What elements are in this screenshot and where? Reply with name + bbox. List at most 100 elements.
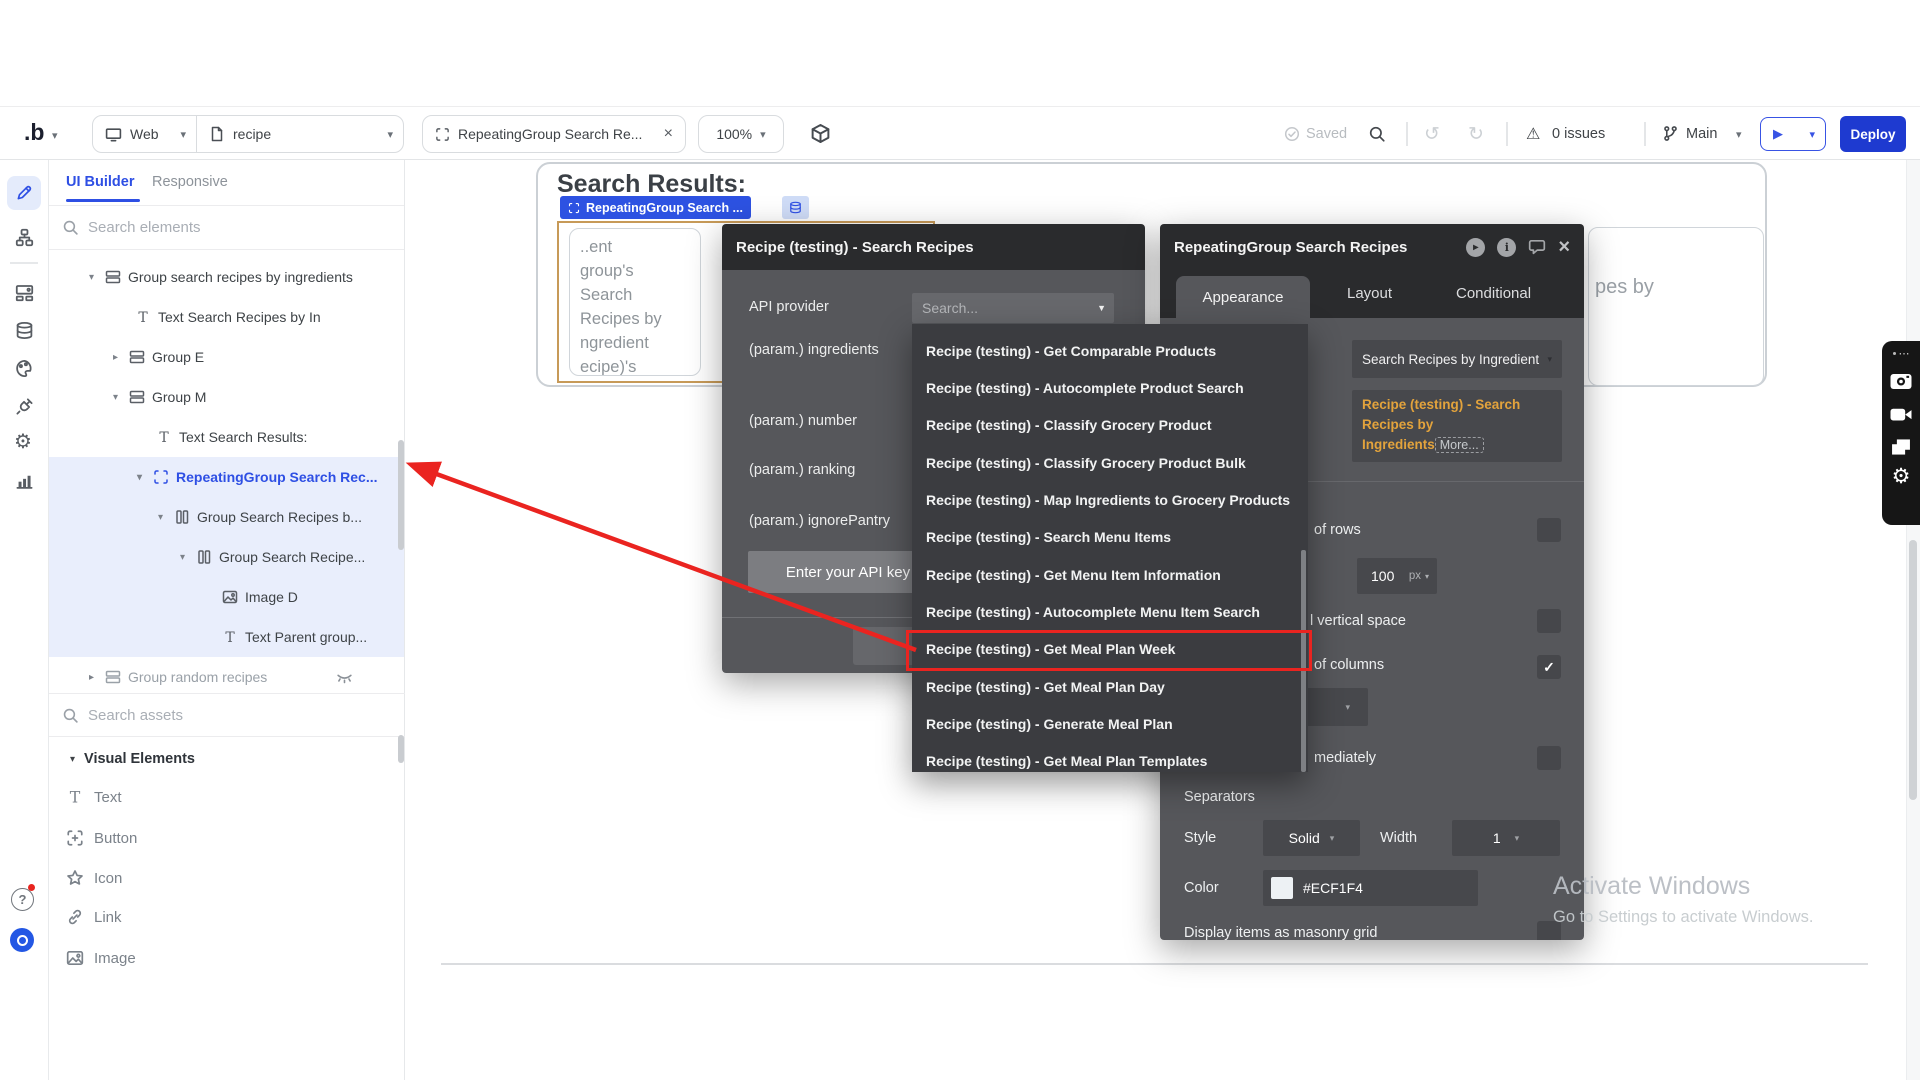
caret-down-icon[interactable]: ▾ [158,512,174,523]
camera-icon[interactable] [1889,368,1913,392]
tab-ui-builder[interactable]: UI Builder [66,174,134,190]
caret-down-icon[interactable]: ▾ [180,552,196,563]
palette-item-button[interactable]: Button [49,818,405,858]
component-library-icon[interactable] [810,123,831,144]
tree-row-group-search[interactable]: ▾ Group search recipes by ingredients [49,257,404,297]
tab-conditional[interactable]: Conditional [1456,270,1531,318]
more-token[interactable]: More... [1435,437,1484,453]
tree-row-image-d[interactable]: Image D [49,577,404,617]
separator-style-select[interactable]: Solid ▾ [1263,820,1360,856]
caret-down-icon[interactable]: ▾ [137,472,153,483]
redo-icon[interactable]: ↻ [1468,123,1484,146]
issues-counter[interactable]: 0 issues [1552,126,1605,142]
separator-width-select[interactable]: 1 ▾ [1452,820,1560,856]
menu-item[interactable]: Recipe (testing) - Map Ingredients to Gr… [912,481,1308,518]
caret-right-icon[interactable]: ▸ [89,672,105,683]
close-icon[interactable]: × [1558,238,1570,257]
menu-item[interactable]: Recipe (testing) - Autocomplete Product … [912,369,1308,406]
zoom-selector[interactable]: 100% ▾ [698,115,784,153]
search-assets-input[interactable] [88,707,338,724]
palette-item-image[interactable]: Image [49,938,405,978]
columns-checkbox-checked[interactable]: ✓ [1537,655,1561,679]
workflow-icon[interactable] [15,228,34,247]
window-scrollbar-thumb[interactable] [1909,540,1917,800]
components-icon[interactable] [15,283,34,302]
menu-item[interactable]: Recipe (testing) - Autocomplete Menu Ite… [912,593,1308,630]
rows-checkbox[interactable] [1537,518,1561,542]
tree-row-group-e[interactable]: ▸ Group E [49,337,404,377]
assistant-button[interactable] [10,928,34,952]
sidebar-scrollbar-thumb[interactable] [398,440,404,550]
api-call-dialog-header[interactable]: Recipe (testing) - Search Recipes [722,224,1145,270]
separator-color-input[interactable]: #ECF1F4 [1263,870,1478,906]
page-selector[interactable]: recipe ▾ [197,116,403,152]
caret-down-icon[interactable]: ▾ [89,272,105,283]
api-provider-select[interactable]: Search... ▼ [912,293,1114,323]
immediately-checkbox[interactable] [1537,746,1561,770]
search-icon[interactable] [1368,125,1386,143]
tree-row-group-recipes-b[interactable]: ▾ Group Search Recipes b... [49,497,404,537]
video-camera-icon[interactable] [1889,402,1913,426]
menu-item[interactable]: Recipe (testing) - Classify Grocery Prod… [912,444,1308,481]
selected-element-badge[interactable]: RepeatingGroup Search ... [560,196,751,219]
caret-right-icon[interactable]: ▸ [113,352,129,363]
color-swatch[interactable] [1271,877,1293,899]
data-icon[interactable] [15,321,34,340]
menu-item[interactable]: Recipe (testing) - Search Menu Items [912,519,1308,556]
tree-row-group-m[interactable]: ▾ Group M [49,377,404,417]
styles-icon[interactable] [15,359,34,378]
tree-row-group-recipe[interactable]: ▾ Group Search Recipe... [49,537,404,577]
close-tab-icon[interactable]: × [664,125,673,143]
tree-row-text-parent[interactable]: Text Parent group... [49,617,404,657]
tree-row-group-random[interactable]: ▸ Group random recipes [49,657,404,697]
capture-toolbar-handle[interactable]: ⋯ [1893,347,1910,360]
canvas-text-card[interactable]: ..ent group's Search Recipes by ngredien… [569,228,701,376]
property-editor-header[interactable]: RepeatingGroup Search Recipes ▸ i × [1160,224,1584,270]
tree-row-repeating-group-selected[interactable]: ▾ RepeatingGroup Search Rec... [49,457,404,497]
type-of-content-select[interactable]: Search Recipes by Ingredient ▾ [1352,340,1562,378]
caret-down-icon[interactable]: ▾ [113,392,129,403]
logs-icon[interactable] [15,471,34,490]
vertical-space-checkbox[interactable] [1537,609,1561,633]
logo-chevron-icon[interactable]: ▾ [52,129,58,142]
tree-row-text-results[interactable]: Text Search Results: [49,417,404,457]
undo-icon[interactable]: ↺ [1424,123,1440,146]
hidden-eye-icon[interactable] [336,669,353,686]
row-height-input[interactable]: 100 px ▾ [1357,558,1437,594]
search-elements-input[interactable] [88,219,348,236]
menu-item[interactable]: Recipe (testing) - Get Meal Plan Templat… [912,743,1308,772]
menu-item[interactable]: Recipe (testing) - Get Comparable Produc… [912,332,1308,369]
palette-item-text[interactable]: Text [49,777,405,817]
bubble-logo[interactable]: .b [24,119,44,146]
chevron-down-icon[interactable]: ▾ [1736,128,1742,141]
help-button[interactable]: ? [11,888,34,911]
preview-button[interactable]: ▶ ▾ [1760,117,1826,151]
tab-responsive[interactable]: Responsive [152,174,228,190]
canvas-heading[interactable]: Search Results: [557,170,746,199]
data-source-chip[interactable] [782,196,809,219]
tree-row-text-search[interactable]: Text Search Recipes by In [49,297,404,337]
palette-item-link[interactable]: Link [49,897,405,937]
plugins-icon[interactable] [15,397,34,416]
device-selector[interactable]: Web ▾ [93,116,197,152]
info-icon[interactable]: i [1497,238,1516,257]
palette-item-icon[interactable]: Icon [49,858,405,898]
tab-layout[interactable]: Layout [1347,270,1392,318]
deploy-button[interactable]: Deploy [1840,116,1906,152]
comment-icon[interactable] [1528,238,1546,256]
tab-appearance[interactable]: Appearance [1176,276,1310,318]
element-tab[interactable]: RepeatingGroup Search Re... × [422,115,686,153]
data-source-field[interactable]: Recipe (testing) - Search Recipes by Ing… [1352,390,1562,462]
settings-gear-icon[interactable]: ⚙ [14,429,32,454]
play-icon[interactable]: ▸ [1466,238,1485,257]
branch-selector[interactable]: Main [1686,126,1717,142]
layers-icon[interactable] [1890,436,1912,458]
canvas-right-card[interactable]: pes by [1588,227,1764,386]
visual-elements-header[interactable]: ▾ Visual Elements [49,740,405,778]
gear-icon[interactable]: ⚙ [1892,464,1911,489]
menu-item[interactable]: Recipe (testing) - Get Menu Item Informa… [912,556,1308,593]
menu-item[interactable]: Recipe (testing) - Classify Grocery Prod… [912,407,1308,444]
sidebar-scrollbar-thumb[interactable] [398,735,404,763]
menu-item[interactable]: Recipe (testing) - Get Meal Plan Day [912,668,1308,705]
design-tab-active[interactable] [7,176,41,210]
